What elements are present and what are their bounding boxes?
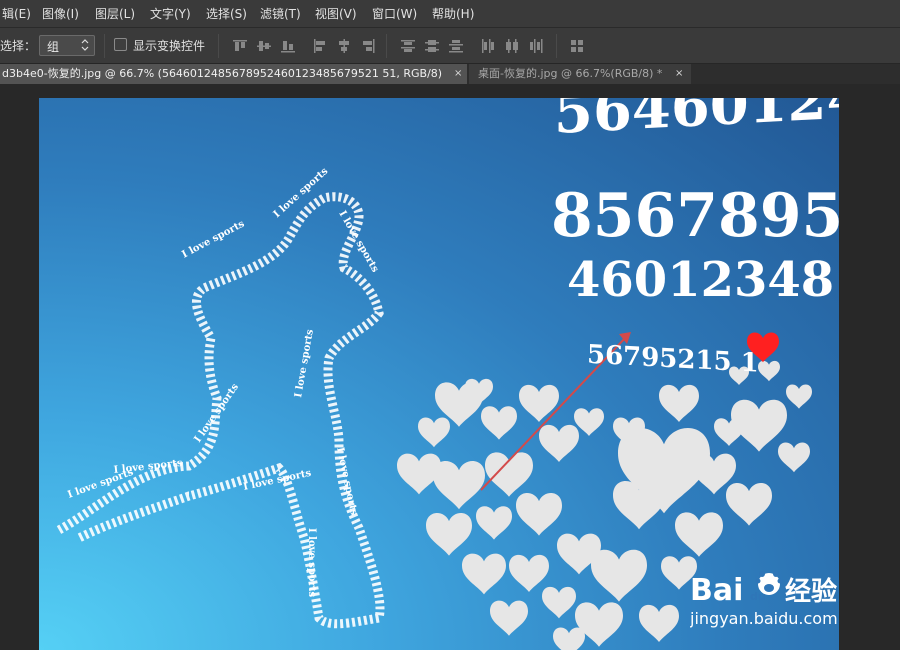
menu-image[interactable]: 图像(I): [42, 0, 79, 28]
distribute-top-icon[interactable]: [400, 38, 416, 54]
runner-text: I love sports I love sports I love sport…: [66, 166, 380, 598]
figure-text-3: I love sports: [180, 218, 246, 260]
close-icon[interactable]: ×: [454, 64, 462, 84]
align-bottom-icon[interactable]: [280, 38, 296, 54]
menu-select[interactable]: 选择(S): [206, 0, 247, 28]
dropdown-value: 组: [47, 40, 60, 54]
auto-align-icon[interactable]: [569, 38, 585, 54]
align-left-icon[interactable]: [312, 38, 328, 54]
divider: [386, 34, 387, 58]
menu-layer[interactable]: 图层(L): [95, 0, 135, 28]
number-row-3: 46012348: [567, 252, 834, 308]
tab-label: d3b4e0-恢复的.jpg @ 66.7% (5646012485678952…: [2, 67, 444, 80]
number-row-4: 56795215 1: [587, 340, 759, 379]
distribute-bottom-icon[interactable]: [448, 38, 464, 54]
menu-bar: 辑(E) 图像(I) 图层(L) 文字(Y) 选择(S) 滤镜(T) 视图(V)…: [0, 0, 900, 28]
tab-label: 桌面-恢复的.jpg @ 66.7%(RGB/8) *: [478, 67, 663, 80]
figure-text-6: I love sports: [293, 328, 316, 398]
distribute-right-icon[interactable]: [528, 38, 544, 54]
menu-filter[interactable]: 滤镜(T): [260, 0, 301, 28]
number-row-1: 56460124: [554, 98, 839, 147]
align-right-icon[interactable]: [360, 38, 376, 54]
baidu-jingyan-watermark: Bai du 经验 jingyan.baidu.com: [690, 571, 838, 628]
show-transform-checkbox[interactable]: [114, 38, 127, 51]
align-vcenter-icon[interactable]: [256, 38, 272, 54]
tab-document-1[interactable]: d3b4e0-恢复的.jpg @ 66.7% (5646012485678952…: [0, 64, 467, 84]
distribute-hcenter-icon[interactable]: [504, 38, 520, 54]
select-label: 选择：: [0, 39, 37, 53]
watermark-brand: Bai: [690, 573, 743, 608]
options-bar: 选择： 组 显示变换控件: [0, 28, 900, 64]
document-tabs: d3b4e0-恢复的.jpg @ 66.7% (5646012485678952…: [0, 64, 900, 84]
menu-edit[interactable]: 辑(E): [2, 0, 31, 28]
menu-help[interactable]: 帮助(H): [432, 0, 474, 28]
watermark-du: du: [750, 590, 766, 603]
divider: [556, 34, 557, 58]
figure-text-9: I love sports: [306, 528, 317, 597]
figure-text-5: I love sports: [336, 209, 380, 275]
figure-text-7: I love sports: [334, 446, 359, 516]
distribute-left-icon[interactable]: [480, 38, 496, 54]
align-hcenter-icon[interactable]: [336, 38, 352, 54]
auto-select-dropdown[interactable]: 组: [39, 35, 95, 56]
number-sphere: 56460124 85678952 46012348 56795215 1: [551, 98, 839, 379]
menu-type[interactable]: 文字(Y): [150, 0, 191, 28]
updown-arrows-icon: [81, 39, 89, 51]
close-icon[interactable]: ×: [675, 64, 683, 84]
menu-window[interactable]: 窗口(W): [372, 0, 417, 28]
menu-view[interactable]: 视图(V): [315, 0, 357, 28]
distribute-vcenter-icon[interactable]: [424, 38, 440, 54]
tab-document-2[interactable]: 桌面-恢复的.jpg @ 66.7%(RGB/8) * ×: [469, 64, 691, 84]
divider: [218, 34, 219, 58]
number-row-2: 85678952: [551, 181, 839, 251]
figure-text-10: I love sports: [242, 468, 312, 493]
divider: [104, 34, 105, 58]
align-top-icon[interactable]: [232, 38, 248, 54]
figure-text-2: I love sports: [113, 458, 183, 476]
show-transform-label: 显示变换控件: [133, 39, 206, 53]
watermark-url: jingyan.baidu.com: [690, 609, 838, 628]
watermark-jingyan: 经验: [785, 576, 837, 607]
